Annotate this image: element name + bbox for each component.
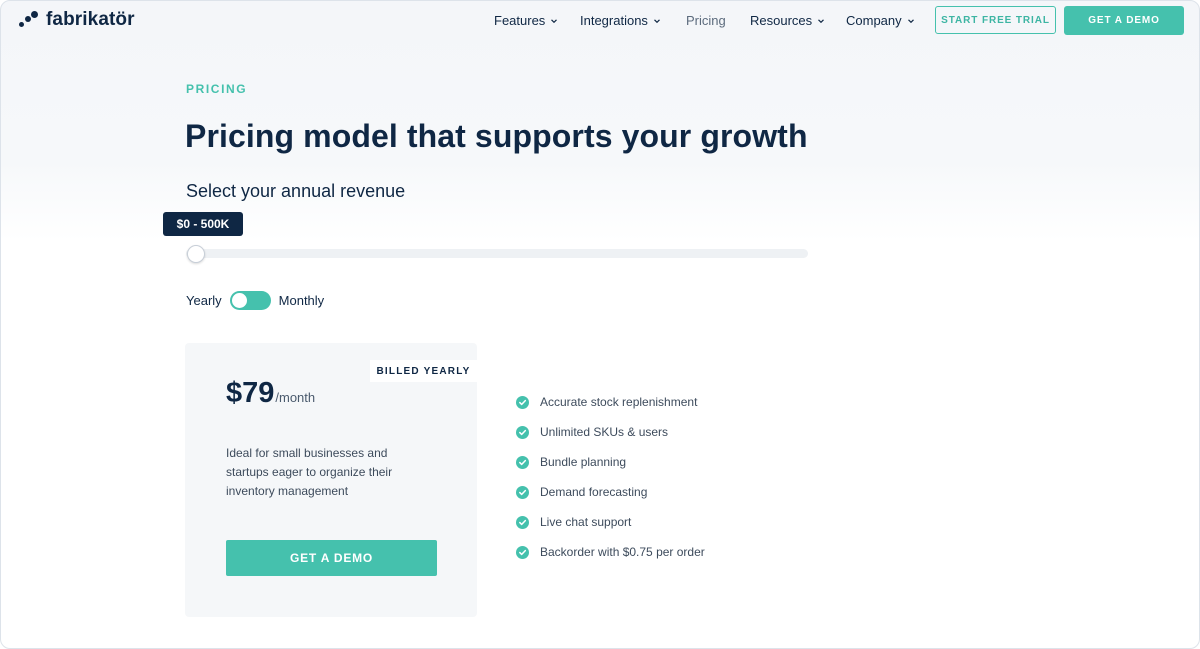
revenue-slider-track[interactable] (186, 249, 808, 258)
feature-list: Accurate stock replenishment Unlimited S… (516, 387, 705, 567)
check-circle-icon (516, 515, 529, 529)
billing-period-toggle[interactable] (229, 291, 271, 310)
page: fabrikatör Features Integrations Pricing… (0, 0, 1200, 649)
plan-description: Ideal for small businesses and startups … (226, 446, 393, 498)
brand-name: fabrikatör (46, 9, 135, 30)
check-circle-icon (516, 425, 529, 439)
nav-features[interactable]: Features (494, 13, 558, 28)
check-circle-icon (516, 455, 529, 469)
nav-pricing[interactable]: Pricing (686, 13, 726, 28)
feature-text: Accurate stock replenishment (540, 395, 698, 409)
section-eyebrow: PRICING (186, 82, 248, 96)
list-item: Unlimited SKUs & users (516, 417, 705, 447)
nav-pricing-label: Pricing (686, 13, 726, 28)
start-free-trial-button[interactable]: START FREE TRIAL (935, 6, 1056, 34)
list-item: Backorder with $0.75 per order (516, 537, 705, 567)
nav-resources[interactable]: Resources (750, 13, 825, 28)
feature-text: Backorder with $0.75 per order (540, 545, 705, 559)
list-item: Accurate stock replenishment (516, 387, 705, 417)
logo-dots-icon (19, 11, 39, 29)
price-amount: $79 (226, 377, 275, 409)
page-title: Pricing model that supports your growth (185, 118, 808, 154)
nav-company-label: Company (846, 13, 902, 28)
list-item: Bundle planning (516, 447, 705, 477)
chevron-down-icon (654, 18, 660, 23)
nav-integrations[interactable]: Integrations (580, 13, 661, 28)
check-circle-icon (516, 545, 529, 559)
nav-integrations-label: Integrations (580, 13, 648, 28)
revenue-value-tooltip: $0 - 500K (163, 212, 243, 236)
get-a-demo-card-button[interactable]: GET A DEMO (226, 540, 437, 576)
chevron-down-icon (907, 18, 914, 23)
nav-company[interactable]: Company (846, 13, 915, 28)
chevron-down-icon (818, 18, 825, 23)
revenue-slider-handle[interactable] (187, 245, 205, 263)
check-circle-icon (516, 395, 529, 409)
yearly-label[interactable]: Yearly (186, 293, 222, 308)
list-item: Live chat support (516, 507, 705, 537)
feature-text: Bundle planning (540, 455, 627, 469)
toggle-knob (231, 293, 247, 308)
billing-badge: BILLED YEARLY (370, 360, 477, 382)
check-circle-icon (516, 485, 529, 499)
nav-features-label: Features (494, 13, 546, 28)
plan-price: $79 /month (226, 377, 315, 410)
feature-text: Live chat support (540, 515, 632, 529)
feature-text: Unlimited SKUs & users (540, 425, 669, 439)
get-a-demo-header-button[interactable]: GET A DEMO (1064, 6, 1184, 35)
nav-resources-label: Resources (750, 13, 813, 28)
monthly-label[interactable]: Monthly (279, 293, 325, 308)
price-period: /month (275, 390, 316, 405)
logo[interactable]: fabrikatör (19, 8, 135, 32)
feature-text: Demand forecasting (540, 485, 648, 499)
list-item: Demand forecasting (516, 477, 705, 507)
chevron-down-icon (551, 18, 558, 23)
billing-toggle-row: Yearly Monthly (186, 291, 324, 310)
revenue-prompt: Select your annual revenue (186, 181, 406, 201)
